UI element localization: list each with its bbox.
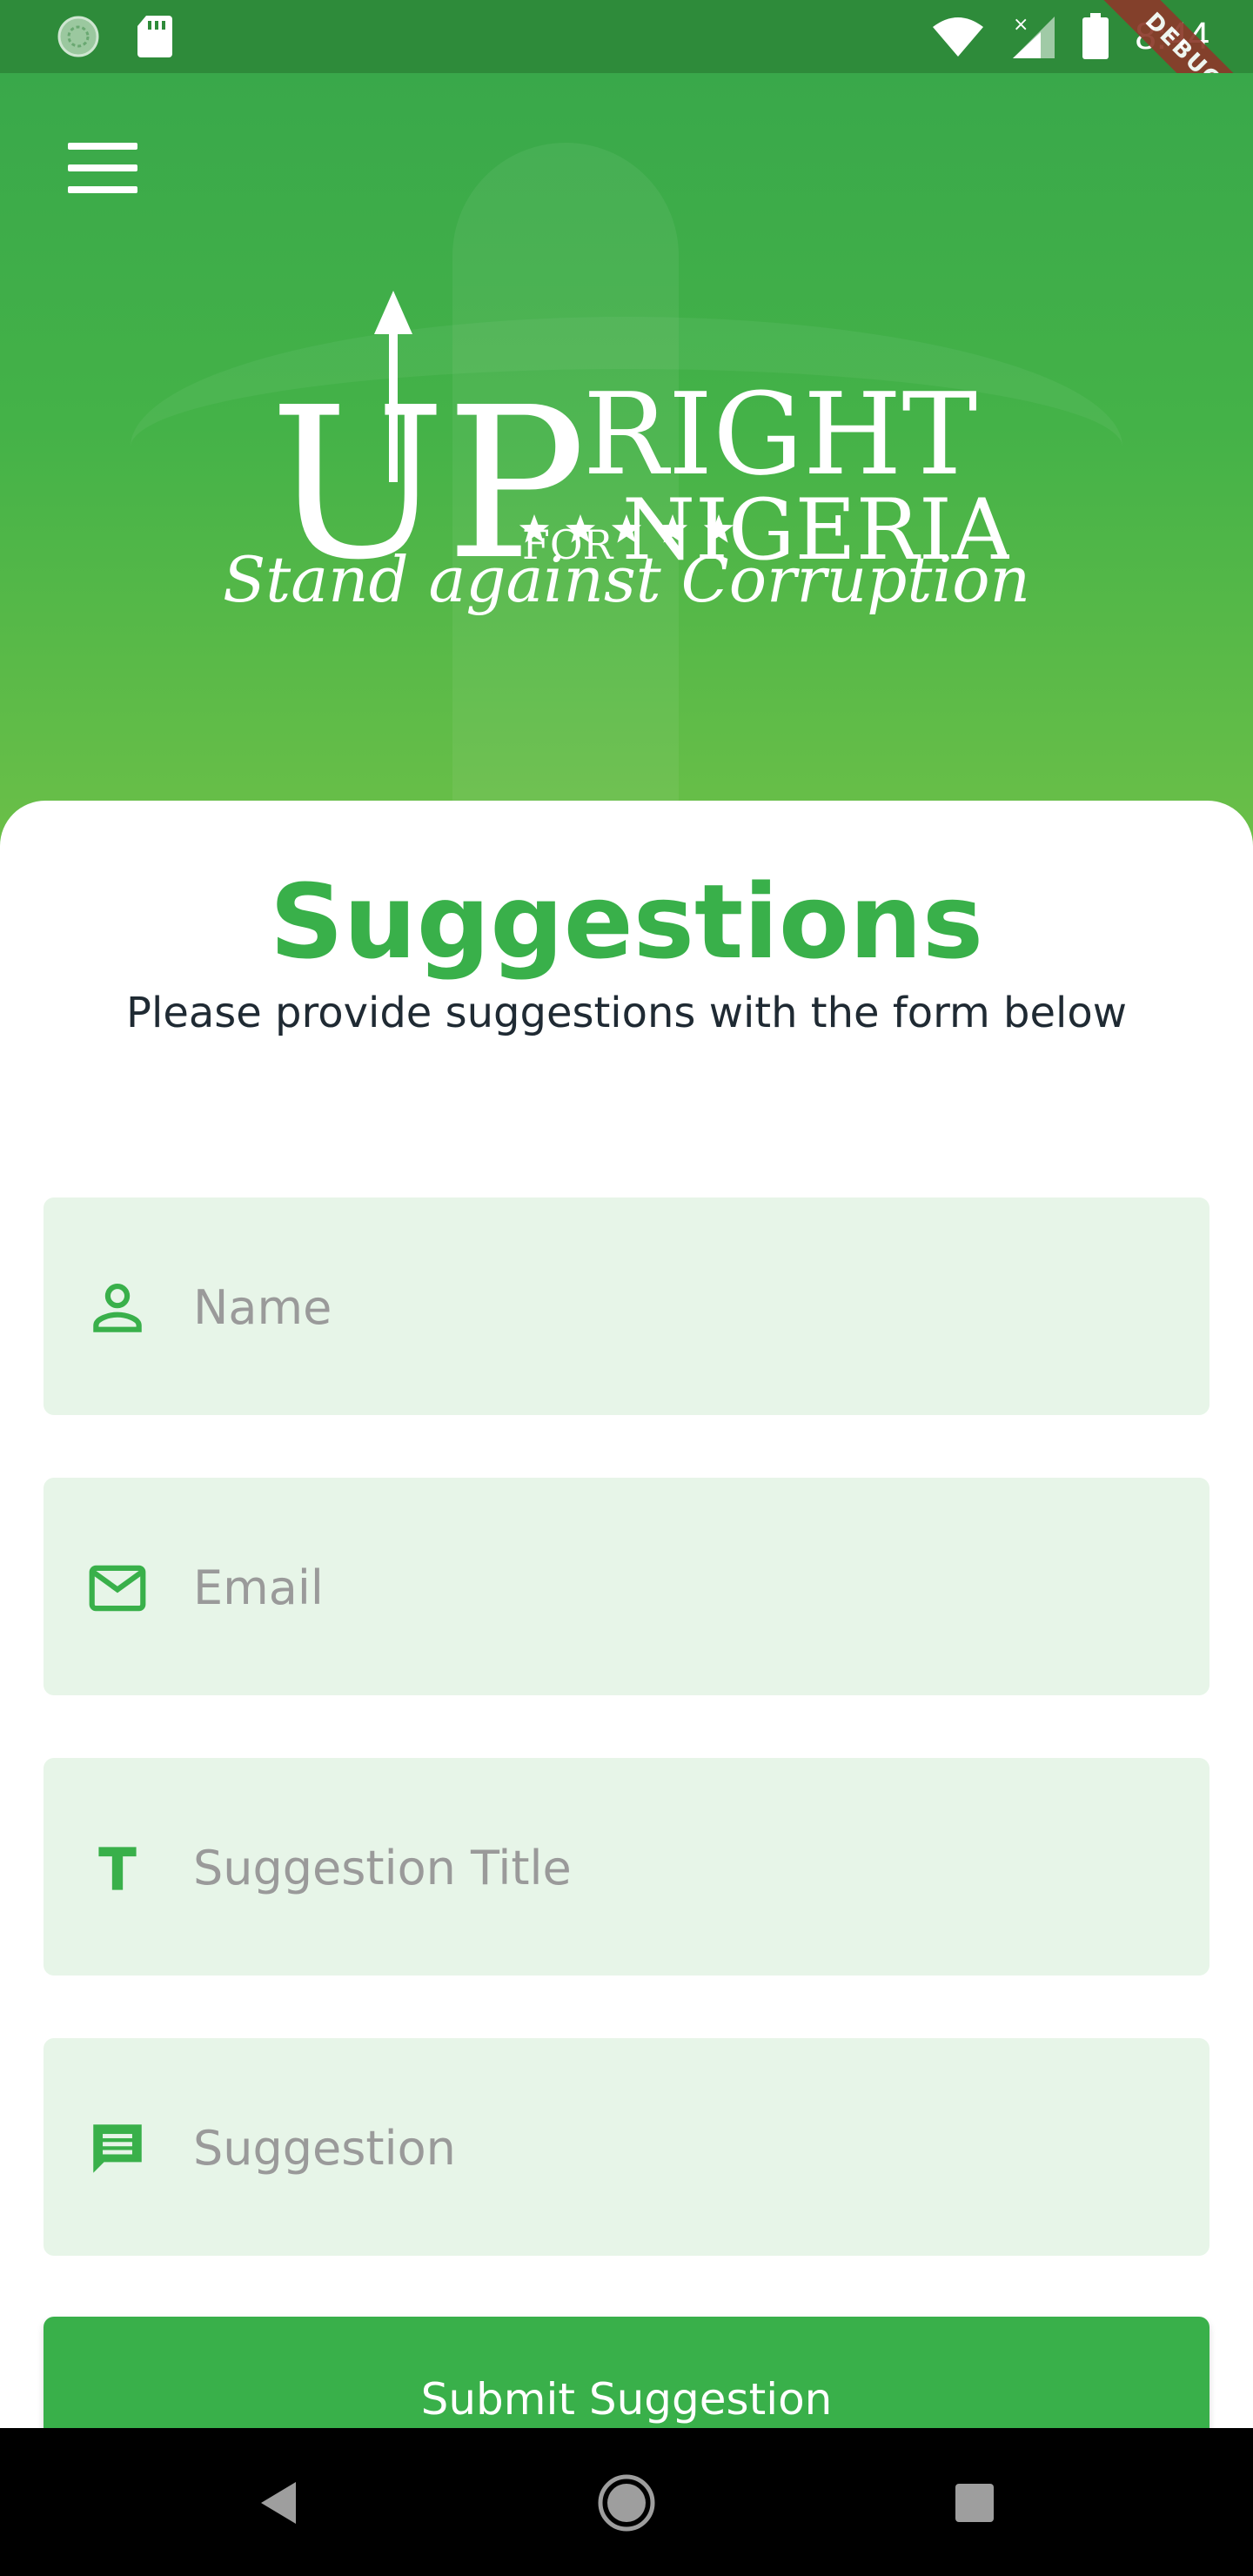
mail-icon xyxy=(89,1565,146,1612)
wifi-icon xyxy=(933,17,984,57)
name-field[interactable] xyxy=(44,1197,1209,1415)
star-icon xyxy=(519,514,550,543)
suggestion-title-input[interactable] xyxy=(191,1819,1169,1916)
email-field[interactable] xyxy=(44,1478,1209,1695)
suggestion-input[interactable] xyxy=(191,2099,1169,2197)
star-icon xyxy=(565,514,596,543)
cell-signal-icon: × xyxy=(1013,14,1055,58)
star-icon xyxy=(703,514,734,543)
suggestion-form-card: Suggestions Please provide suggestions w… xyxy=(0,801,1253,2541)
svg-text:×: × xyxy=(1013,14,1029,36)
star-icon xyxy=(657,514,688,543)
page-subtitle: Please provide suggestions with the form… xyxy=(126,989,1127,1037)
email-input[interactable] xyxy=(191,1539,1169,1636)
star-icon xyxy=(611,514,642,543)
text-title-icon xyxy=(98,1847,137,1890)
sync-icon xyxy=(57,16,99,57)
back-icon[interactable] xyxy=(245,2470,312,2536)
page-title: Suggestions xyxy=(269,862,984,982)
suggestion-title-field[interactable] xyxy=(44,1758,1209,1976)
recents-icon[interactable] xyxy=(941,2470,1008,2536)
name-input[interactable] xyxy=(191,1258,1169,1356)
suggestion-field[interactable] xyxy=(44,2038,1209,2256)
system-navigation-bar xyxy=(0,2428,1253,2576)
hamburger-menu-icon[interactable] xyxy=(68,143,139,197)
sd-card-icon xyxy=(137,16,172,57)
battery-icon xyxy=(1082,13,1109,59)
message-icon xyxy=(93,2124,142,2173)
status-bar: × 8:44 DEBUG xyxy=(0,0,1253,158)
tagline: Stand against Corruption xyxy=(222,543,1031,616)
person-icon xyxy=(93,1283,142,1332)
hero-banner: UP RIGHT FOR NIGERIA Stand against Corru… xyxy=(0,73,1253,856)
home-icon[interactable] xyxy=(593,2470,660,2536)
